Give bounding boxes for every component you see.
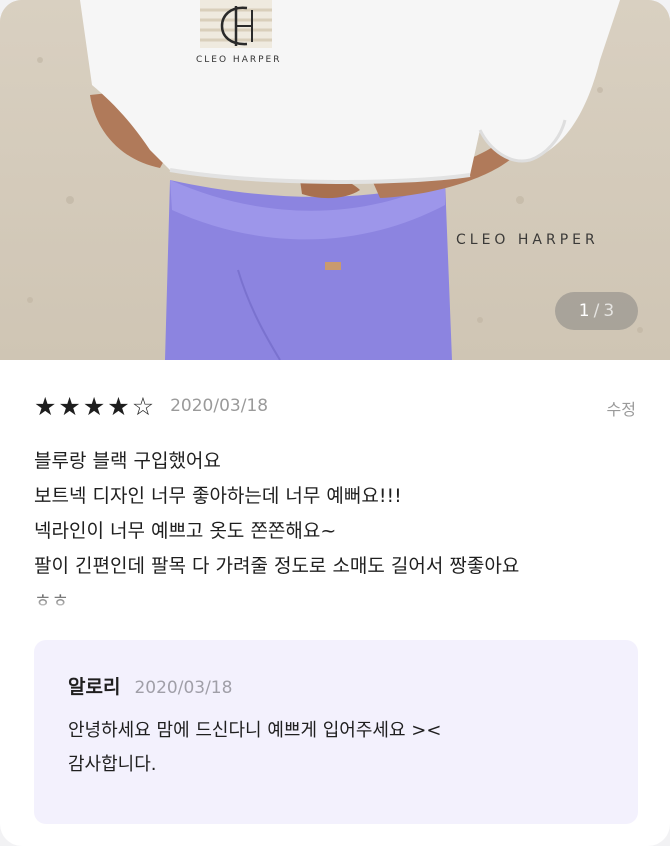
reply-header: 알로리 2020/03/18 — [68, 672, 232, 699]
star-filled-icon: ★ — [34, 391, 57, 421]
star-rating: ★ ★ ★ ★ ☆ — [34, 394, 154, 419]
reply-author: 알로리 — [68, 676, 121, 698]
sweatshirt-logo-text: CLEO HARPER — [196, 55, 282, 65]
pager-current: 1 — [578, 301, 590, 321]
review-line: 팔이 긴편인데 팔목 다 가려줄 정도로 소매도 길어서 짱좋아요 — [34, 555, 520, 577]
reply-date: 2020/03/18 — [134, 678, 233, 698]
star-filled-icon: ★ — [107, 391, 130, 421]
edit-button[interactable]: 수정 — [607, 396, 636, 420]
pager-separator: / — [593, 301, 600, 321]
star-filled-icon: ★ — [58, 391, 81, 421]
review-photo[interactable]: CLEO HARPER CLEO HARPER 1 / 3 — [0, 0, 670, 360]
star-empty-icon: ☆ — [131, 391, 155, 421]
image-pager: 1 / 3 — [555, 292, 638, 330]
seller-reply: 알로리 2020/03/18 안녕하세요 맘에 드신다니 예쁘게 입어주세요 >… — [34, 640, 638, 824]
brand-watermark: CLEO HARPER — [456, 232, 599, 248]
review-header: ★ ★ ★ ★ ☆ 2020/03/18 수정 — [34, 392, 636, 420]
review-line: 블루랑 블랙 구입했어요 — [34, 450, 221, 472]
text-fade-overlay — [0, 586, 670, 614]
reply-text: 안녕하세요 맘에 드신다니 예쁘게 입어주세요 >< 감사합니다. — [68, 714, 441, 782]
reply-line: 안녕하세요 맘에 드신다니 예쁘게 입어주세요 >< — [68, 720, 442, 741]
star-filled-icon: ★ — [82, 391, 106, 421]
reply-line: 감사합니다. — [68, 754, 157, 775]
review-card: CLEO HARPER CLEO HARPER 1 / 3 ★ ★ ★ ★ ☆ … — [0, 0, 670, 846]
pager-total: 3 — [603, 301, 615, 321]
review-line: 보트넥 디자인 너무 좋아하는데 너무 예뻐요!!! — [34, 485, 402, 507]
review-date: 2020/03/18 — [170, 396, 269, 416]
review-line: 넥라인이 너무 예쁘고 옷도 쫀쫀해요~ — [34, 520, 337, 542]
